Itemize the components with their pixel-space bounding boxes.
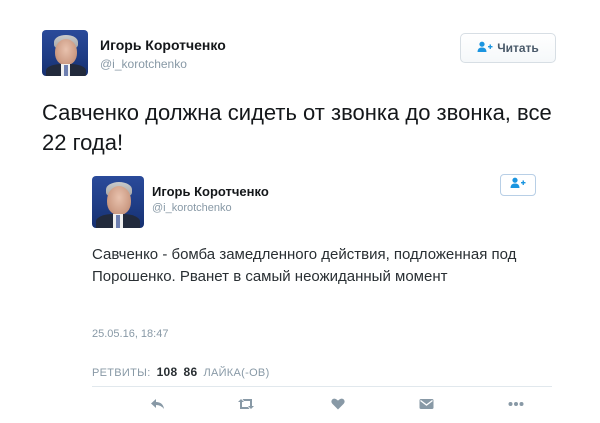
quoted-author-name[interactable]: Игорь Коротченко: [152, 184, 269, 199]
author-name[interactable]: Игорь Коротченко: [100, 37, 226, 53]
likes-count[interactable]: 86: [183, 365, 197, 379]
more-icon[interactable]: [506, 396, 526, 412]
tweet-actions: [92, 396, 552, 414]
like-icon[interactable]: [328, 396, 348, 412]
author-avatar[interactable]: [42, 30, 88, 76]
tweet-text: Савченко должна сидеть от звонка до звон…: [42, 100, 552, 155]
retweets-count[interactable]: 108: [157, 365, 178, 379]
follow-person-icon: [477, 41, 493, 56]
tweet-stats: РЕТВИТЫ: 108 86 ЛАЙКА(-ОВ): [92, 365, 270, 379]
message-icon[interactable]: [416, 396, 436, 412]
retweet-icon[interactable]: [236, 396, 256, 412]
tweet-timestamp[interactable]: 25.05.16, 18:47: [92, 328, 168, 340]
quoted-tweet-text: Савченко - бомба замедленного действия, …: [92, 246, 517, 285]
follow-button[interactable]: Читать: [460, 33, 556, 63]
author-handle[interactable]: @i_korotchenko: [100, 57, 187, 71]
quoted-author-handle[interactable]: @i_korotchenko: [152, 202, 232, 214]
divider: [92, 386, 552, 387]
quoted-author-avatar[interactable]: [92, 176, 144, 228]
page-background: Игорь Коротченко @i_korotchenko Читать С…: [0, 0, 600, 423]
follow-person-icon: [510, 176, 526, 194]
retweets-label: РЕТВИТЫ:: [92, 367, 151, 379]
follow-label: Читать: [497, 41, 539, 55]
quoted-follow-button[interactable]: [500, 174, 536, 196]
tweet-card: Игорь Коротченко @i_korotchenko Читать С…: [22, 10, 580, 414]
reply-icon[interactable]: [148, 396, 168, 412]
likes-label: ЛАЙКА(-ОВ): [203, 367, 270, 379]
